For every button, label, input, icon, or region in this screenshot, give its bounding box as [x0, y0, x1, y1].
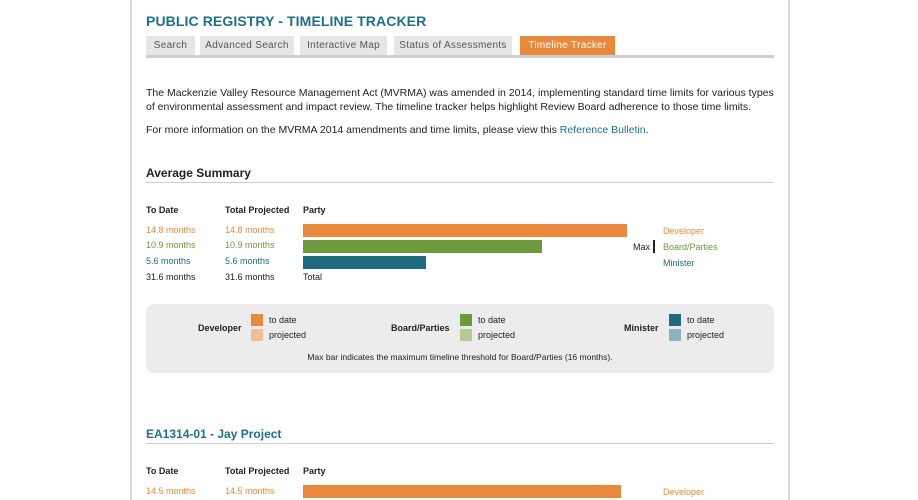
tab-timeline-tracker[interactable]: Timeline Tracker — [520, 36, 615, 55]
project-divider — [146, 443, 774, 444]
legend-board-to-date-swatch — [460, 314, 472, 326]
legend-minister-projected-text: projected — [687, 330, 725, 340]
summary-minister-label: Minister — [663, 258, 695, 268]
project-header-total-projected: Total Projected — [225, 466, 290, 476]
summary-header-party: Party — [303, 205, 326, 215]
legend-board-label: Board/Parties — [391, 323, 450, 333]
summary-developer-bar — [303, 224, 627, 237]
legend-board-projected-text: projected — [478, 330, 516, 340]
page-frame-left — [130, 0, 132, 500]
project-header-party: Party — [303, 466, 326, 476]
info-paragraph: For more information on the MVRMA 2014 a… — [146, 124, 649, 136]
summary-header-to-date: To Date — [146, 205, 179, 215]
page-title: PUBLIC REGISTRY - TIMELINE TRACKER — [146, 13, 427, 29]
summary-total-to-date: 31.6 months — [146, 272, 196, 282]
legend-panel: Developer to date projected Board/Partie… — [146, 304, 774, 373]
legend-developer-to-date-text: to date — [269, 315, 297, 325]
summary-board-bar — [303, 240, 542, 253]
summary-developer-projected: 14.8 months — [225, 225, 275, 235]
project-header-to-date: To Date — [146, 466, 179, 476]
summary-developer-label: Developer — [663, 226, 705, 236]
summary-max-marker — [653, 240, 655, 253]
info-text: For more information on the MVRMA 2014 a… — [146, 124, 560, 136]
summary-header-total-projected: Total Projected — [225, 205, 290, 215]
summary-title: Average Summary — [146, 166, 251, 180]
legend-minister-to-date-text: to date — [687, 315, 715, 325]
info-suffix: . — [645, 124, 649, 136]
legend-developer-projected-swatch — [251, 329, 263, 341]
legend-minister-projected-swatch — [669, 329, 681, 341]
project-developer-label: Developer — [663, 487, 705, 497]
intro-paragraph: The Mackenzie Valley Resource Management… — [146, 87, 774, 113]
legend-developer-to-date-swatch — [251, 314, 263, 326]
legend-board-to-date-text: to date — [478, 315, 506, 325]
summary-minister-projected: 5.6 months — [225, 256, 270, 266]
summary-max-label: Max — [633, 242, 651, 252]
summary-divider — [146, 182, 774, 183]
reference-bulletin-link[interactable]: Reference Bulletin — [560, 124, 646, 136]
project-developer-projected: 14.5 months — [225, 486, 275, 496]
summary-minister-to-date: 5.6 months — [146, 256, 191, 266]
legend-developer-projected-text: projected — [269, 330, 307, 340]
tab-advanced-search[interactable]: Advanced Search — [200, 36, 294, 55]
summary-board-label: Board/Parties — [663, 242, 718, 252]
summary-total-projected: 31.6 months — [225, 272, 275, 282]
legend-note: Max bar indicates the maximum timeline t… — [307, 352, 613, 362]
legend-developer-label: Developer — [198, 323, 242, 333]
tab-status-of-assessments[interactable]: Status of Assessments — [394, 36, 512, 55]
summary-board-projected: 10.9 months — [225, 240, 275, 250]
page-frame-right — [788, 0, 790, 500]
project-developer-bar — [303, 485, 621, 498]
tab-interactive-map[interactable]: Interactive Map — [300, 36, 387, 55]
summary-total-label: Total — [303, 272, 323, 282]
project-title-link[interactable]: EA1314-01 - Jay Project — [146, 427, 281, 441]
summary-minister-bar — [303, 256, 426, 269]
legend-board-projected-swatch — [460, 329, 472, 341]
legend-minister-label: Minister — [624, 323, 659, 333]
project-developer-to-date: 14.5 months — [146, 486, 196, 496]
legend-minister-to-date-swatch — [669, 314, 681, 326]
tab-search[interactable]: Search — [146, 36, 195, 55]
summary-developer-to-date: 14.8 months — [146, 225, 196, 235]
summary-board-to-date: 10.9 months — [146, 240, 196, 250]
tab-bar: Search Advanced Search Interactive Map S… — [146, 36, 774, 58]
